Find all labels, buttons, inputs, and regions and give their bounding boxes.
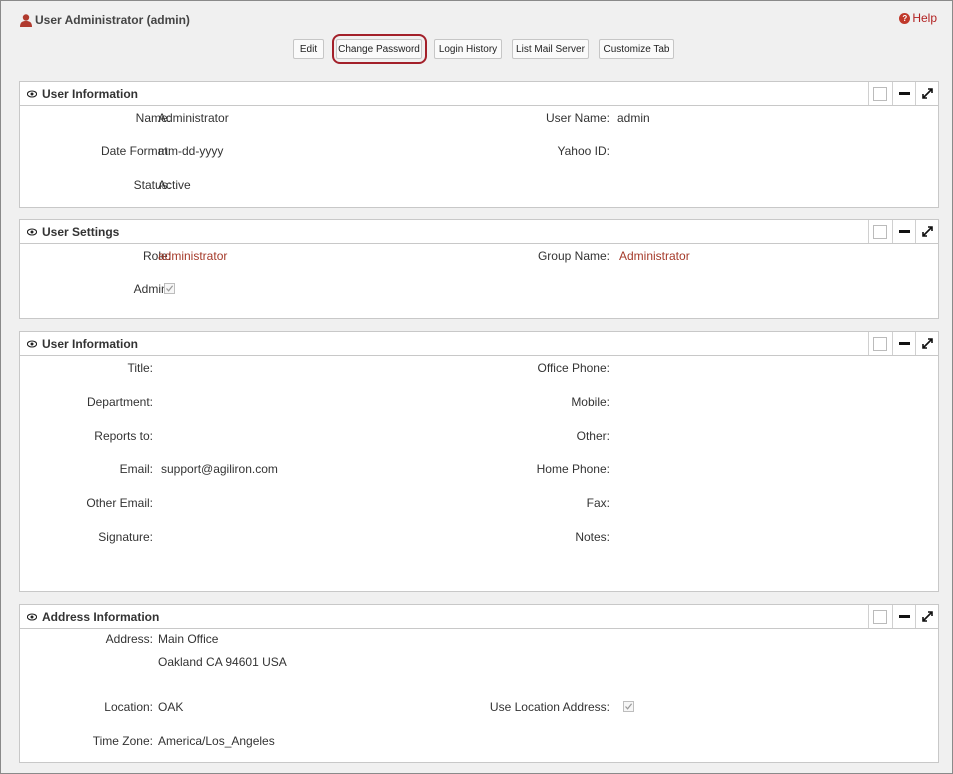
email-label: Email:	[119, 462, 153, 476]
location-value: OAK	[158, 700, 184, 714]
minimize-panel-button[interactable]	[892, 332, 915, 355]
select-panel-button[interactable]	[868, 605, 891, 628]
expand-icon	[921, 88, 933, 99]
select-panel-button[interactable]	[868, 220, 891, 243]
status-value: Active	[158, 178, 191, 192]
name-value: Administrator	[158, 111, 229, 125]
address-line1: Main Office	[158, 632, 219, 646]
panel-title: Address Information	[42, 609, 160, 624]
highlight-ring	[332, 34, 427, 64]
minus-icon	[898, 615, 910, 618]
minimize-panel-button[interactable]	[892, 605, 915, 628]
panel-title: User Settings	[42, 224, 120, 239]
other-email-label: Other Email:	[86, 496, 153, 510]
user-settings-panel: User Settings Role: administrator Group …	[19, 219, 939, 319]
eye-icon	[27, 612, 37, 621]
window-frame: User Administrator (admin) ? Help Edit C…	[0, 0, 953, 774]
check-icon	[166, 285, 174, 292]
other-label: Other:	[576, 429, 610, 443]
use-location-address-label: Use Location Address:	[489, 700, 610, 714]
minimize-panel-button[interactable]	[892, 220, 915, 243]
department-label: Department:	[86, 395, 153, 409]
admin-checkbox	[164, 283, 175, 294]
select-panel-button[interactable]	[868, 82, 891, 105]
panel-header: User Settings	[20, 220, 938, 244]
expand-icon	[921, 226, 933, 237]
expand-icon	[921, 611, 933, 622]
expand-panel-button[interactable]	[915, 82, 938, 105]
panel-header: User Information	[20, 332, 938, 356]
help-link[interactable]: ? Help	[899, 11, 937, 25]
expand-icon	[921, 338, 933, 349]
minus-icon	[898, 342, 910, 345]
panel-title: User Information	[42, 336, 139, 351]
eye-icon	[27, 339, 37, 348]
expand-panel-button[interactable]	[915, 220, 938, 243]
user-contact-information-panel: User Information Title: Office Phone: De…	[19, 331, 939, 592]
action-toolbar: Edit Change Password Login History List …	[1, 39, 953, 59]
customize-tab-button[interactable]: Customize Tab	[599, 39, 674, 59]
box-icon	[873, 336, 887, 351]
expand-panel-button[interactable]	[915, 605, 938, 628]
check-icon	[625, 703, 633, 710]
list-mail-server-button[interactable]: List Mail Server	[512, 39, 589, 59]
address-line2: Oakland CA 94601 USA	[158, 655, 287, 669]
title-label: Title:	[127, 361, 153, 375]
signature-label: Signature:	[98, 530, 153, 544]
minus-icon	[898, 92, 910, 95]
page-title: User Administrator (admin)	[35, 13, 190, 27]
help-label: Help	[912, 11, 937, 25]
time-zone-value: America/Los_Angeles	[158, 734, 275, 748]
user-information-panel: User Information Name: Administrator Use…	[19, 81, 939, 208]
username-value: admin	[617, 111, 650, 125]
edit-button[interactable]: Edit	[293, 39, 324, 59]
date-format-value: mm-dd-yyyy	[158, 144, 224, 158]
home-phone-label: Home Phone:	[536, 462, 610, 476]
role-link[interactable]: administrator	[158, 249, 227, 263]
box-icon	[873, 609, 887, 624]
page-header: User Administrator (admin)	[20, 11, 190, 29]
eye-icon	[27, 227, 37, 236]
select-panel-button[interactable]	[868, 332, 891, 355]
yahoo-id-label: Yahoo ID:	[557, 144, 610, 158]
expand-panel-button[interactable]	[915, 332, 938, 355]
panel-header: User Information	[20, 82, 938, 106]
time-zone-label: Time Zone:	[92, 734, 153, 748]
address-information-panel: Address Information Address: Main Office…	[19, 604, 939, 763]
notes-label: Notes:	[575, 530, 610, 544]
reports-to-label: Reports to:	[94, 429, 153, 443]
minus-icon	[898, 230, 910, 233]
login-history-button[interactable]: Login History	[434, 39, 502, 59]
box-icon	[873, 86, 887, 101]
address-label: Address:	[105, 632, 153, 646]
eye-icon	[27, 89, 37, 98]
group-name-label: Group Name:	[537, 249, 610, 263]
mobile-label: Mobile:	[571, 395, 610, 409]
fax-label: Fax:	[586, 496, 610, 510]
panel-title: User Information	[42, 86, 139, 101]
minimize-panel-button[interactable]	[892, 82, 915, 105]
email-value: support@agiliron.com	[161, 462, 278, 476]
location-label: Location:	[104, 700, 153, 714]
panel-header: Address Information	[20, 605, 938, 629]
username-label: User Name:	[545, 111, 610, 125]
help-icon: ?	[899, 12, 911, 24]
user-icon	[20, 13, 32, 27]
office-phone-label: Office Phone:	[537, 361, 611, 375]
use-location-address-checkbox	[623, 701, 634, 712]
box-icon	[873, 224, 887, 239]
group-name-link[interactable]: Administrator	[619, 249, 690, 263]
